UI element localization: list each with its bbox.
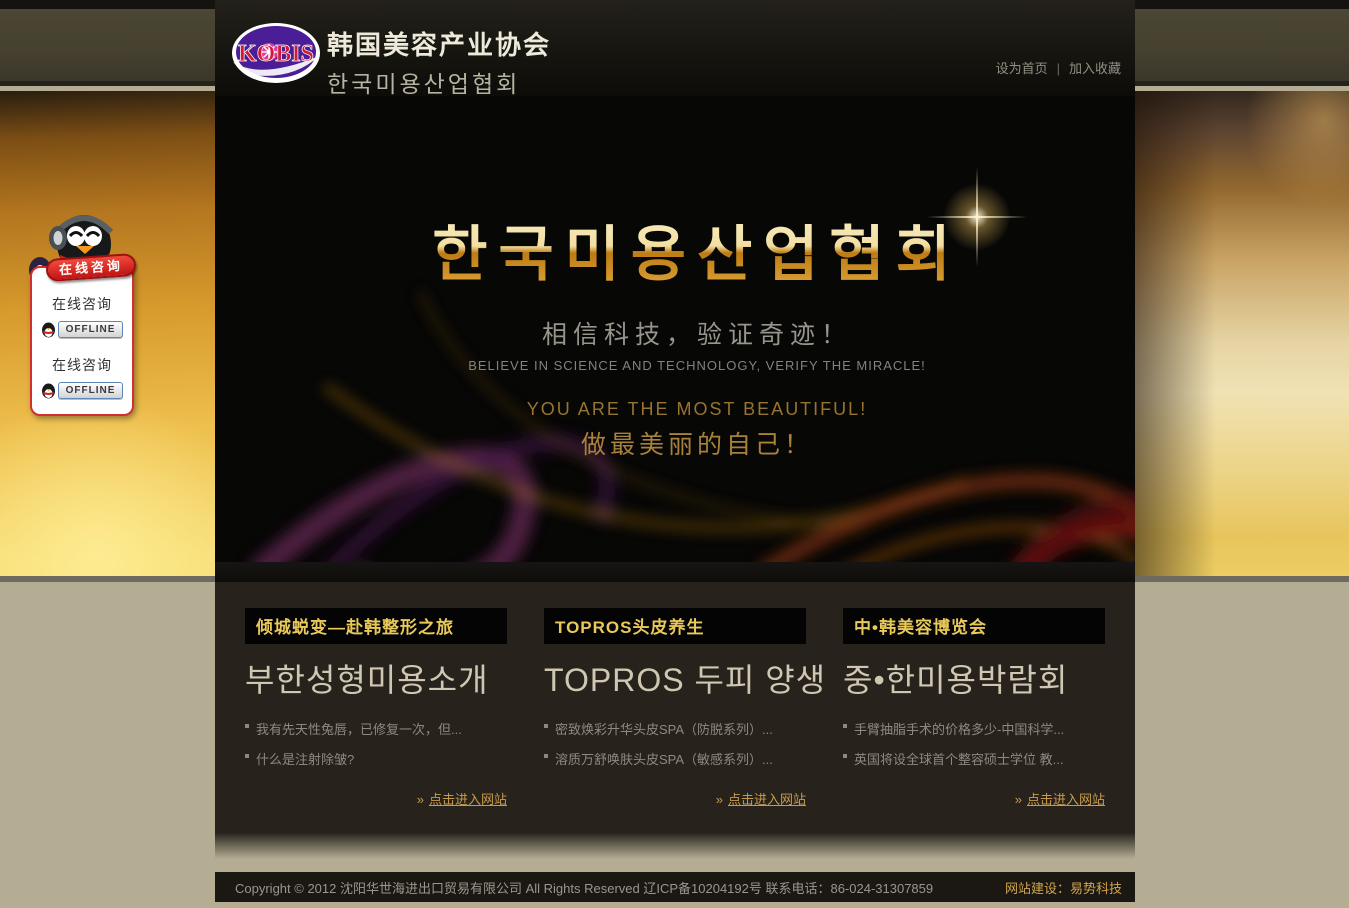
qq-mini-penguin-icon [41, 383, 56, 399]
site-builder-link[interactable]: 网站建设：易势科技 [1005, 878, 1122, 897]
double-arrow-icon: » [1015, 792, 1022, 807]
qq-consult-label: 在线咨询 [32, 355, 132, 375]
news-item-link[interactable]: 溶质万舒唤肤头皮SPA（敏感系列）... [544, 749, 806, 768]
kobis-logo[interactable]: KOBIS [231, 22, 321, 84]
site-title-chinese: 韩国美容产业协会 [327, 25, 551, 62]
content-bottom-shadow [215, 833, 1135, 859]
qq-offline-button-label: OFFLINE [58, 321, 124, 338]
qq-mini-penguin-icon [41, 322, 56, 338]
column-subtitle-korean: TOPROS 두피 양생 [544, 655, 806, 701]
news-list: 手臂抽脂手术的价格多少-中国科学... 英国将设全球首个整容硕士学位 教... [843, 719, 1105, 779]
hero-tagline-chinese: 相信科技，验证奇迹！ [237, 315, 1135, 351]
copyright-text: Copyright © 2012 沈阳华世海进出口贸易有限公司 All Righ… [235, 878, 933, 897]
column-header: 倾城蜕变—赴韩整形之旅 [245, 608, 507, 644]
qq-offline-button[interactable]: OFFLINE [32, 382, 132, 399]
column-topros-scalp: TOPROS头皮养生 TOPROS 두피 양생 密致焕彩升华头皮SPA（防脱系列… [544, 608, 806, 808]
site-header: KOBIS 韩国美容产业协会 한국미용산업협회 设为首页 | 加入收藏 [215, 0, 1135, 96]
column-plastic-surgery: 倾城蜕变—赴韩整形之旅 부한성형미용소개 我有先天性兔唇，已修复一次，但... … [245, 608, 507, 808]
hero-tagline-english: BELIEVE IN SCIENCE AND TECHNOLOGY, VERIF… [237, 358, 1135, 373]
column-expo: 中•韩美容博览会 중•한미용박람회 手臂抽脂手术的价格多少-中国科学... 英国… [843, 608, 1105, 808]
enter-site-link[interactable]: 点击进入网站 [429, 792, 507, 807]
column-subtitle-korean: 중•한미용박람회 [843, 655, 1105, 701]
qq-consult-label: 在线咨询 [32, 294, 132, 314]
add-favorite-link[interactable]: 加入收藏 [1069, 61, 1121, 76]
column-subtitle-korean: 부한성형미용소개 [245, 655, 507, 701]
set-homepage-link[interactable]: 设为首页 [996, 61, 1048, 76]
qq-consult-box: 在线咨询 OFFLINE 在线咨询 OFFLINE [30, 266, 134, 416]
enter-site-link[interactable]: 点击进入网站 [728, 792, 806, 807]
page: KOBIS 韩国美容产业协会 한국미용산업협회 设为首页 | 加入收藏 [0, 0, 1349, 908]
enter-site-row: » 点击进入网站 [245, 789, 507, 808]
top-utility-links: 设为首页 | 加入收藏 [996, 58, 1121, 77]
qq-consult-widget: 在线咨询 在线咨询 OFFLINE 在线咨询 [16, 208, 140, 420]
news-list: 我有先天性兔唇，已修复一次，但... 什么是注射除皱? [245, 719, 507, 779]
hero-banner: 한국미용산업협회 相信科技，验证奇迹！ BELIEVE IN SCIENCE A… [215, 96, 1135, 562]
news-item-link[interactable]: 英国将设全球首个整容硕士学位 教... [843, 749, 1105, 768]
main-content: KOBIS 韩国美容产业协会 한국미용산업협회 设为首页 | 加入收藏 [215, 0, 1135, 833]
background-photo-right [1134, 91, 1349, 576]
news-item-link[interactable]: 手臂抽脂手术的价格多少-中国科学... [843, 719, 1105, 738]
qq-offline-button[interactable]: OFFLINE [32, 321, 132, 338]
brand-titles: 韩国美容产业协会 한국미용산업협회 [327, 25, 551, 99]
enter-site-row: » 点击进入网站 [544, 789, 806, 808]
news-columns: 倾城蜕变—赴韩整形之旅 부한성형미용소개 我有先天性兔唇，已修复一次，但... … [215, 582, 1135, 833]
news-item-link[interactable]: 我有先天性兔唇，已修复一次，但... [245, 719, 507, 738]
hero-text-block: 한국미용산업협회 相信科技，验证奇迹！ BELIEVE IN SCIENCE A… [237, 96, 1135, 461]
news-list: 密致焕彩升华头皮SPA（防脱系列）... 溶质万舒唤肤头皮SPA（敏感系列）..… [544, 719, 806, 779]
column-header: 中•韩美容博览会 [843, 608, 1105, 644]
hero-slogan-chinese: 做最美丽的自己！ [237, 425, 1135, 461]
double-arrow-icon: » [716, 792, 723, 807]
hero-slogan-english: YOU ARE THE MOST BEAUTIFUL! [237, 399, 1135, 420]
column-header: TOPROS头皮养生 [544, 608, 806, 644]
enter-site-link[interactable]: 点击进入网站 [1027, 792, 1105, 807]
footer: Copyright © 2012 沈阳华世海进出口贸易有限公司 All Righ… [215, 872, 1135, 902]
hero-bottom-band [215, 562, 1135, 582]
news-item-link[interactable]: 密致焕彩升华头皮SPA（防脱系列）... [544, 719, 806, 738]
hero-headline-korean: 한국미용산업협회 [237, 206, 1135, 293]
link-separator: | [1057, 61, 1060, 76]
logo-text: KOBIS [238, 41, 314, 67]
qq-offline-button-label: OFFLINE [58, 382, 124, 399]
double-arrow-icon: » [417, 792, 424, 807]
enter-site-row: » 点击进入网站 [843, 789, 1105, 808]
news-item-link[interactable]: 什么是注射除皱? [245, 749, 507, 768]
site-title-korean: 한국미용산업협회 [327, 65, 551, 99]
